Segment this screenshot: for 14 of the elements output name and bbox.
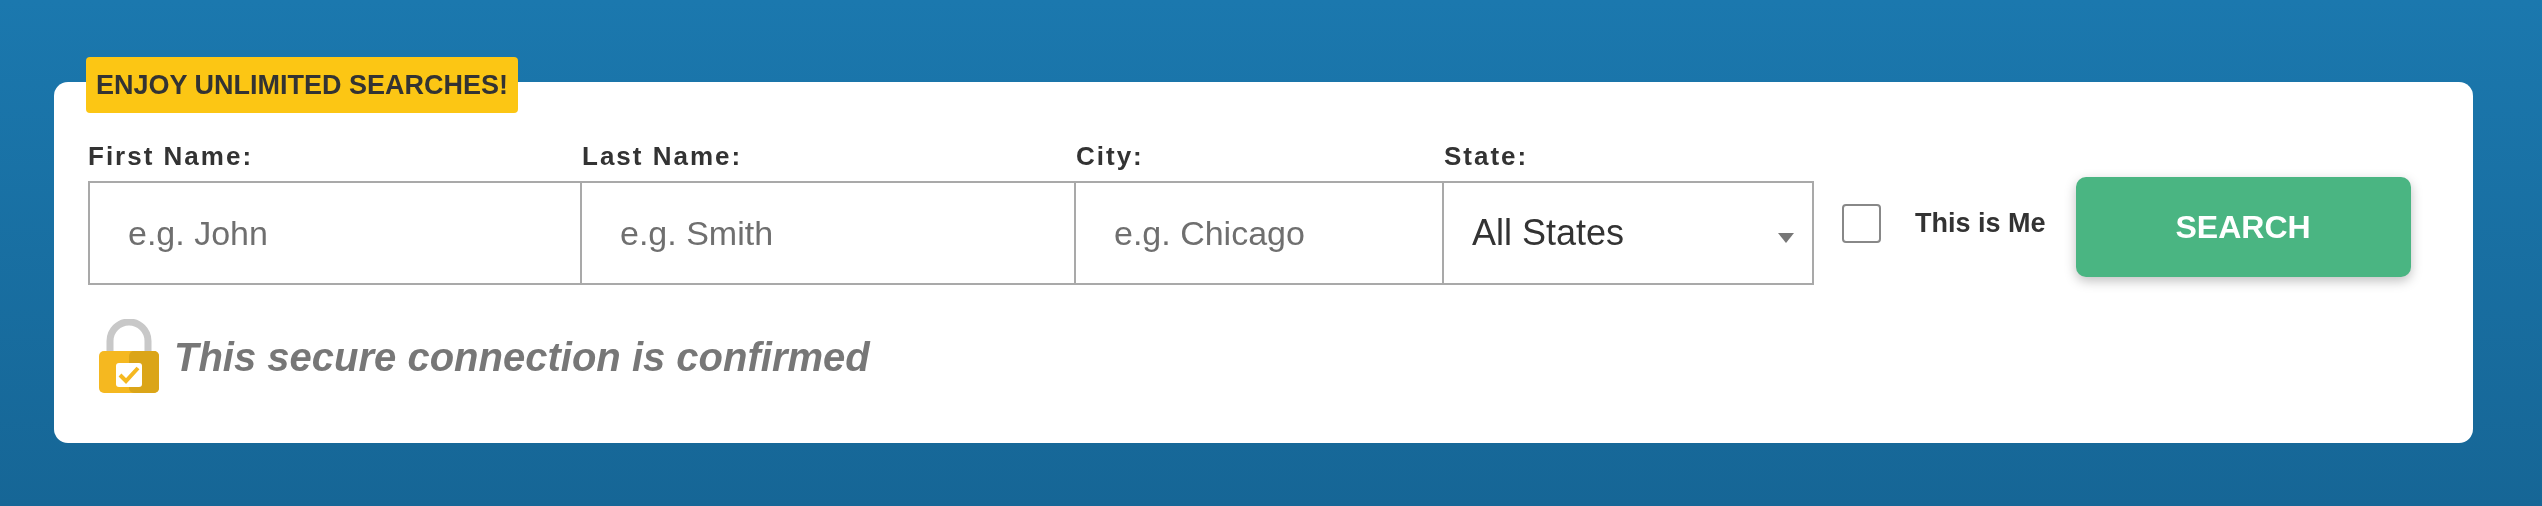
field-label: First Name: bbox=[88, 140, 255, 173]
field-label: Last Name: bbox=[582, 140, 744, 173]
field-label: State: bbox=[1444, 140, 1530, 173]
field-label: City: bbox=[1076, 140, 1145, 173]
secure-connection-note: This secure connection is confirmed bbox=[174, 334, 870, 381]
promo-badge: ENJOY UNLIMITED SEARCHES! bbox=[86, 57, 519, 113]
text-field[interactable]: e.g. Smith bbox=[580, 181, 1076, 285]
state-dropdown[interactable]: All States bbox=[1442, 181, 1814, 285]
text-field[interactable]: e.g. John bbox=[88, 181, 582, 285]
checkbox-label: This is Me bbox=[1915, 206, 2046, 240]
text-field[interactable]: e.g. Chicago bbox=[1074, 181, 1444, 285]
caret-icon bbox=[1778, 233, 1794, 243]
lock-icon bbox=[96, 319, 162, 395]
this-is-me-checkbox[interactable] bbox=[1842, 203, 1881, 243]
